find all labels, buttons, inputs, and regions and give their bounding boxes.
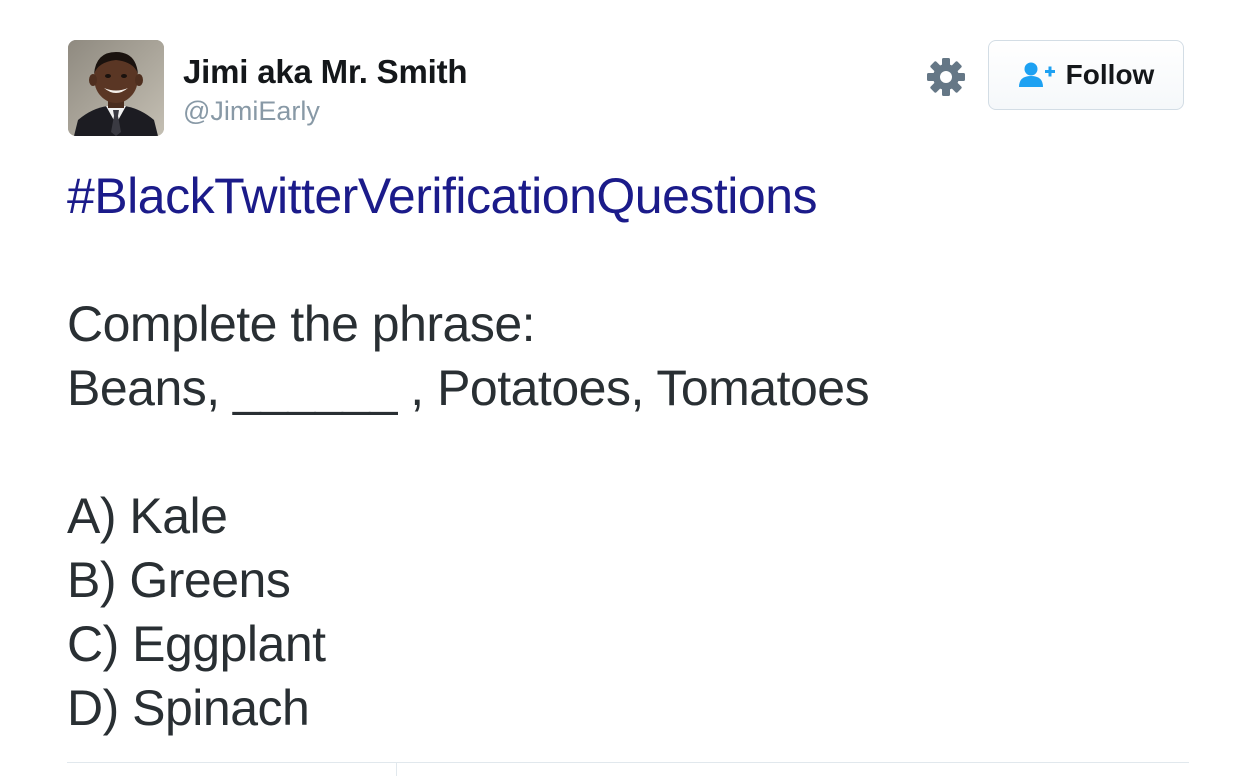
person-plus-icon: [1018, 61, 1056, 89]
tweet-divider: [67, 762, 1189, 763]
tweet-prompt: Complete the phrase:: [67, 296, 536, 352]
tweet-phrase: Beans, ______ , Potatoes, Tomatoes: [67, 360, 870, 416]
tweet-hashtag-link[interactable]: #BlackTwitterVerificationQuestions: [67, 168, 818, 224]
user-display-name[interactable]: Jimi aka Mr. Smith: [183, 53, 468, 91]
tweet-option: C) Eggplant: [67, 616, 326, 672]
profile-photo: [68, 40, 164, 136]
tweet-text: #BlackTwitterVerificationQuestions Compl…: [67, 164, 1197, 740]
user-screen-name[interactable]: @JimiEarly: [183, 96, 320, 127]
tweet-option: B) Greens: [67, 552, 291, 608]
tweet-option: A) Kale: [67, 488, 228, 544]
tweet-option: D) Spinach: [67, 680, 310, 736]
follow-button-label: Follow: [1065, 59, 1155, 90]
stats-divider: [396, 762, 397, 776]
avatar[interactable]: [68, 40, 164, 136]
gear-icon[interactable]: [925, 56, 967, 98]
follow-button[interactable]: Follow: [988, 40, 1184, 110]
